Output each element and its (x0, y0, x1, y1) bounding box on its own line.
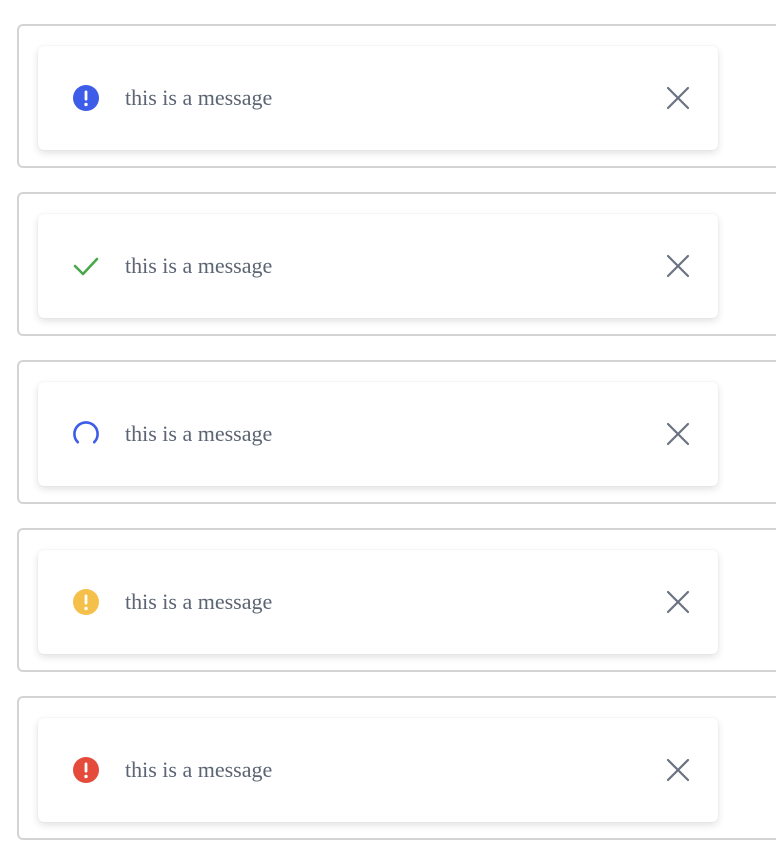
toast-message: this is a message (125, 253, 273, 278)
check-icon (73, 257, 99, 276)
toast-demo-frame: this is a message (17, 360, 776, 504)
toast-demo-frame: this is a message (17, 528, 776, 672)
toast-demo-frame: this is a message (17, 192, 776, 336)
close-button[interactable] (660, 248, 696, 284)
toast-error: this is a message (38, 718, 718, 822)
close-button[interactable] (660, 752, 696, 788)
toast-demo-frame: this is a message (17, 696, 776, 840)
close-button[interactable] (660, 416, 696, 452)
toast-warning: this is a message (38, 550, 718, 654)
toast-message: this is a message (125, 85, 273, 110)
close-icon[interactable] (665, 253, 691, 279)
toast-message: this is a message (125, 589, 273, 614)
toast-info: this is a message (38, 46, 718, 150)
toast-message: this is a message (125, 421, 273, 446)
toast-loading: this is a message (38, 382, 718, 486)
close-icon[interactable] (665, 757, 691, 783)
spinner-icon (73, 421, 99, 444)
close-icon[interactable] (665, 421, 691, 447)
warning-icon (73, 589, 99, 615)
error-icon (73, 757, 99, 783)
toast-message: this is a message (125, 757, 273, 782)
close-button[interactable] (660, 584, 696, 620)
toast-demo-frame: this is a message (17, 24, 776, 168)
close-button[interactable] (660, 80, 696, 116)
toast-success: this is a message (38, 214, 718, 318)
info-icon (73, 85, 99, 111)
close-icon[interactable] (665, 589, 691, 615)
close-icon[interactable] (665, 85, 691, 111)
